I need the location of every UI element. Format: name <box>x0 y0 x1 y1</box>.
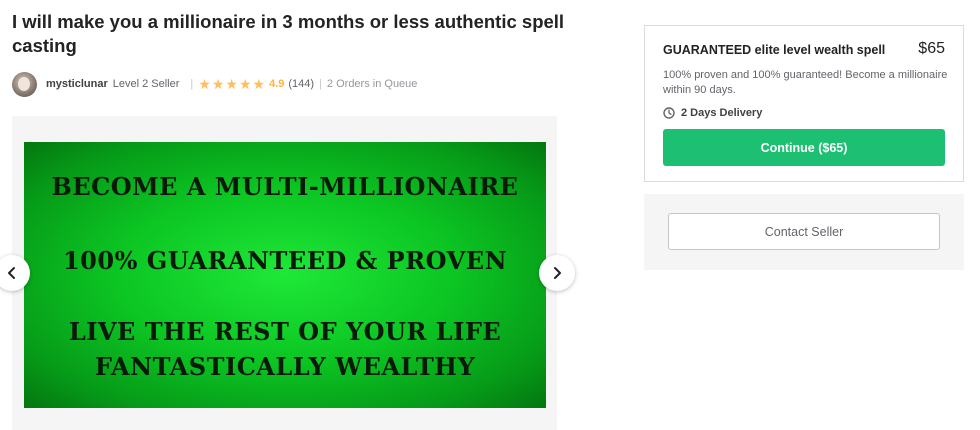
seller-avatar[interactable] <box>12 71 37 97</box>
gig-title: I will make you a millionaire in 3 month… <box>12 11 565 56</box>
gallery-next-button[interactable] <box>539 255 575 291</box>
clock-icon <box>663 107 675 119</box>
star-icon: ★ <box>198 76 211 92</box>
seller-overview: mysticlunar Level 2 Seller | ★ ★ ★ ★ ★ 4… <box>12 70 417 98</box>
slide-line: LIVE THE REST OF YOUR LIFE <box>68 317 502 346</box>
rating-score: 4.9 <box>269 78 285 90</box>
gallery-slide-image: BECOME A MULTI-MILLIONAIRE 100% GUARANTE… <box>24 142 546 408</box>
star-icon: ★ <box>252 76 266 92</box>
star-icon: ★ <box>211 76 225 92</box>
rating-stars: ★ ★ ★ ★ ★ <box>198 77 265 91</box>
divider: | <box>319 78 322 90</box>
slide-line: BECOME A MULTI-MILLIONAIRE <box>51 172 519 201</box>
package-price: $65 <box>918 40 945 57</box>
seller-level: Level 2 Seller <box>112 78 180 90</box>
slide-line: FANTASTICALLY WEALTHY <box>94 352 476 381</box>
contact-panel: Contact Seller <box>644 194 964 270</box>
delivery-time: 2 Days Delivery <box>663 107 762 119</box>
chevron-right-icon <box>554 267 561 279</box>
orders-in-queue: 2 Orders in Queue <box>326 78 418 90</box>
package-card: GUARANTEED elite level wealth spell $65 … <box>644 25 964 182</box>
chevron-left-icon <box>8 267 15 279</box>
contact-seller-button[interactable]: Contact Seller <box>668 213 940 250</box>
star-icon: ★ <box>238 76 252 92</box>
continue-button[interactable]: Continue ($65) <box>663 129 945 166</box>
slide-line: 100% GUARANTEED & PROVEN <box>62 246 508 275</box>
review-count[interactable]: (144) <box>288 78 314 90</box>
package-title: GUARANTEED elite level wealth spell <box>663 43 886 57</box>
divider: | <box>190 78 194 90</box>
gig-gallery: BECOME A MULTI-MILLIONAIRE 100% GUARANTE… <box>12 116 557 430</box>
package-description: 100% proven and 100% guaranteed! Become … <box>663 69 948 96</box>
seller-name[interactable]: mysticlunar <box>46 78 108 90</box>
delivery-label: 2 Days Delivery <box>681 107 763 119</box>
star-icon: ★ <box>225 76 238 92</box>
